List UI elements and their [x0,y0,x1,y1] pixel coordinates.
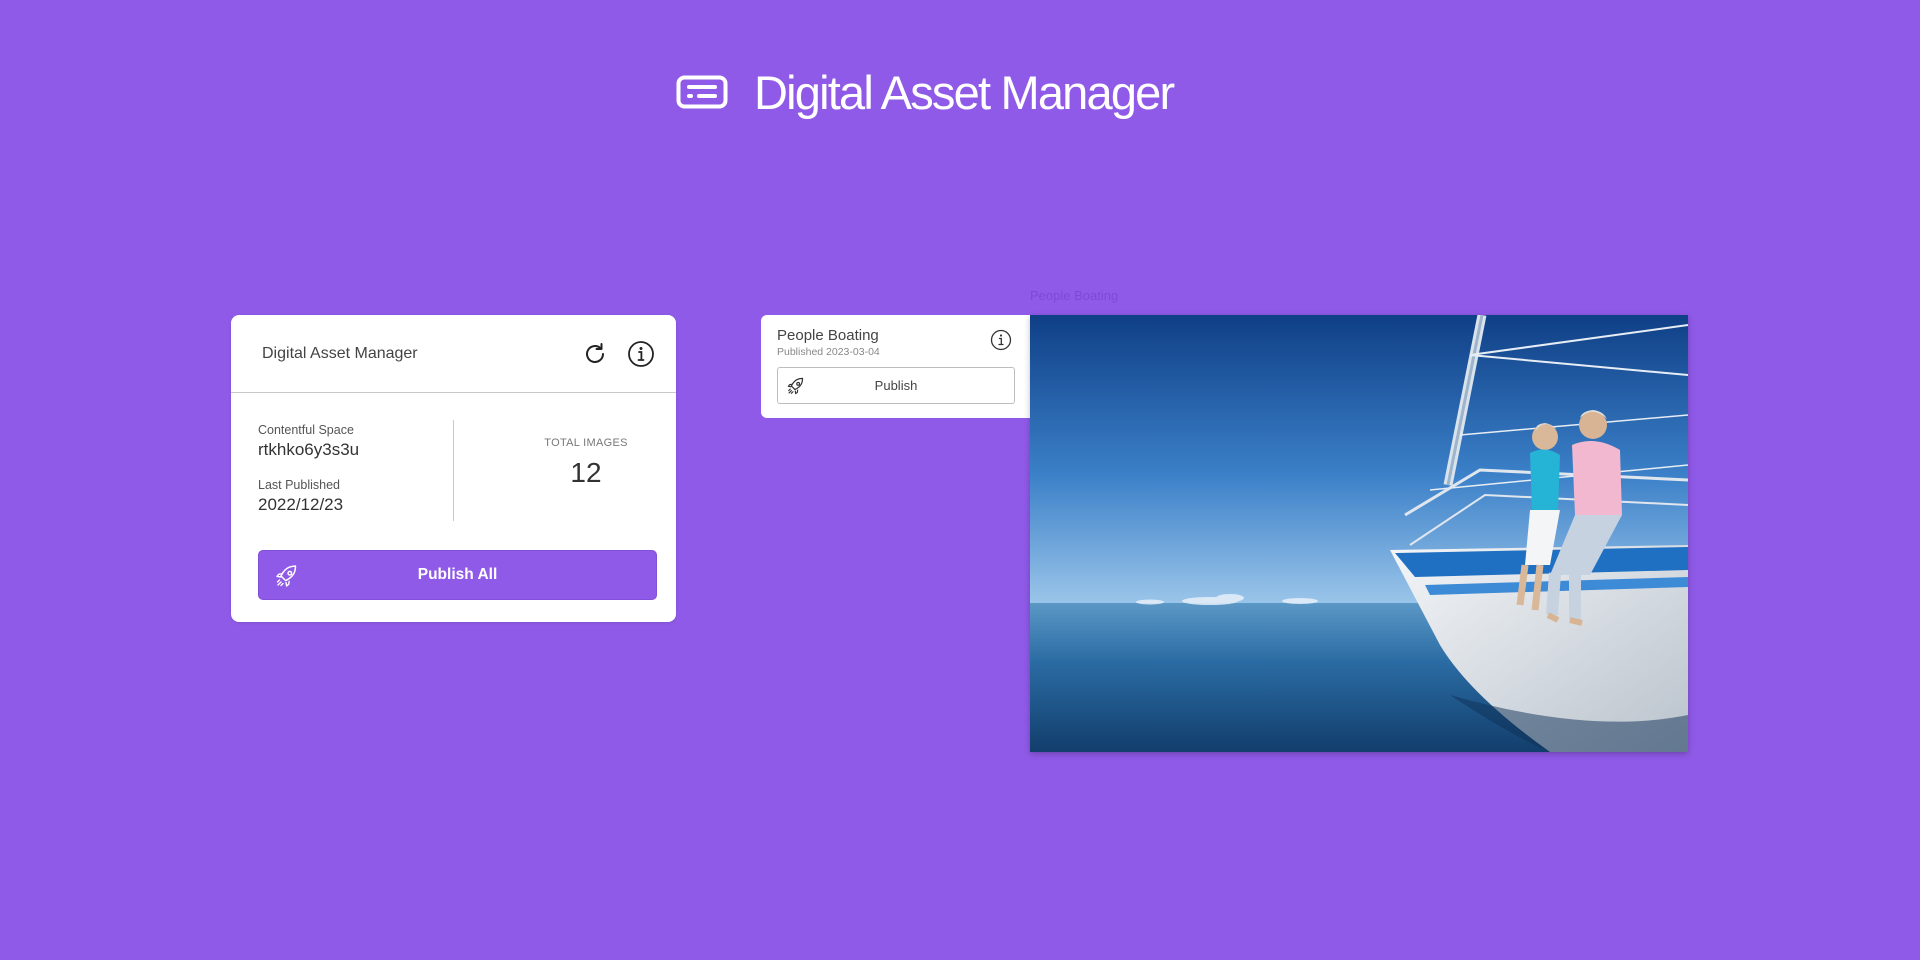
last-published-label: Last Published [258,478,341,492]
space-stats: Contentful Space rtkhko6y3s3u Last Publi… [258,423,438,515]
contentful-space-label: Contentful Space [258,423,354,437]
publish-label: Publish [874,378,918,393]
asset-image[interactable] [1030,315,1688,752]
last-published-value: 2022/12/23 [258,495,344,514]
info-icon[interactable] [989,328,1013,352]
summary-card-title: Digital Asset Manager [262,344,418,362]
server-card-icon [676,75,728,109]
total-images-label: TOTAL IMAGES [544,437,628,449]
contentful-space-group: Contentful Space rtkhko6y3s3u [258,423,438,460]
total-images-value: 12 [570,457,602,488]
rocket-icon [786,376,806,396]
image-caption: People Boating [1030,288,1119,303]
rocket-icon [274,563,300,589]
refresh-icon[interactable] [580,339,610,369]
page-title: Digital Asset Manager [754,65,1175,119]
last-published-group: Last Published 2022/12/23 [258,478,438,515]
summary-card-body: Contentful Space rtkhko6y3s3u Last Publi… [231,393,676,621]
publish-button[interactable]: Publish [777,367,1015,404]
asset-card: People Boating Published 2023-03-04 Publ… [761,315,1031,418]
summary-card: Digital Asset Manager Contentful Space r… [231,315,676,622]
info-icon[interactable] [626,339,656,369]
asset-name: People Boating [777,327,879,344]
total-images-stat: TOTAL IMAGES 12 [531,436,641,489]
contentful-space-value: rtkhko6y3s3u [258,440,360,459]
app-header: Digital Asset Manager [676,64,1175,120]
publish-all-button[interactable]: Publish All [258,550,657,600]
asset-published-date: Published 2023-03-04 [777,346,880,358]
publish-all-label: Publish All [417,566,498,583]
summary-card-header: Digital Asset Manager [231,315,676,393]
stats-divider [453,420,454,521]
